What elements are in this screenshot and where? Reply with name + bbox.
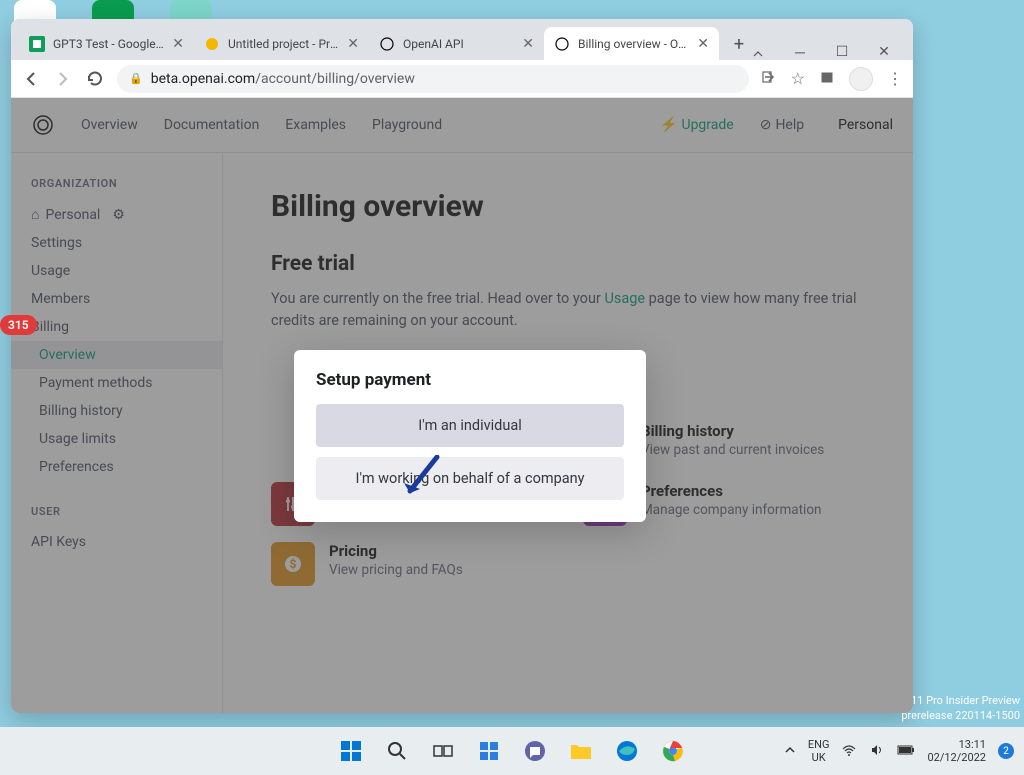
battery-icon[interactable] — [897, 744, 915, 759]
extensions-icon[interactable] — [819, 69, 835, 89]
start-button[interactable] — [331, 731, 371, 771]
wifi-icon[interactable] — [841, 742, 857, 761]
individual-button[interactable]: I'm an individual — [316, 404, 624, 447]
browser-tab[interactable]: Untitled project - Projec ✕ — [194, 27, 369, 60]
volume-icon[interactable] — [869, 742, 885, 761]
openai-icon — [554, 36, 570, 52]
modal-title: Setup payment — [316, 370, 624, 390]
nav-reload-button[interactable] — [85, 69, 105, 89]
bookmark-icon[interactable]: ☆ — [791, 69, 805, 88]
new-tab-button[interactable]: + — [725, 30, 753, 58]
window-maximize-button[interactable]: ☐ — [835, 45, 849, 59]
window-minimize-button[interactable] — [751, 45, 765, 59]
chrome-window: ─ ☐ ✕ GPT3 Test - Google She ✕ Untitled … — [11, 19, 913, 713]
tray-chevron-icon[interactable] — [784, 744, 796, 759]
notification-count[interactable]: 2 — [998, 743, 1014, 759]
share-icon[interactable] — [761, 69, 777, 89]
window-restore-button[interactable]: ─ — [793, 45, 807, 59]
tab-close-icon[interactable]: ✕ — [522, 36, 534, 52]
tab-title: OpenAI API — [403, 37, 514, 51]
tab-title: Untitled project - Projec — [228, 37, 339, 51]
windows-taskbar: ENG UK 13:11 02/12/2022 2 — [0, 727, 1024, 775]
notification-badge: 315 — [0, 315, 37, 335]
page-content: Overview Documentation Examples Playgrou… — [11, 98, 913, 713]
nav-back-button[interactable] — [21, 69, 41, 89]
url-path: /account/billing/overview — [255, 71, 415, 87]
sheets-icon — [29, 36, 45, 52]
setup-payment-modal: Setup payment I'm an individual I'm work… — [294, 350, 646, 522]
profile-icon[interactable] — [849, 67, 873, 91]
url-input[interactable]: 🔒 beta.openai.com/account/billing/overvi… — [117, 65, 749, 93]
address-bar: 🔒 beta.openai.com/account/billing/overvi… — [11, 60, 913, 98]
openai-icon — [379, 36, 395, 52]
chrome-menu-icon[interactable]: ⋮ — [887, 69, 903, 88]
chrome-button[interactable] — [653, 731, 693, 771]
window-close-button[interactable]: ✕ — [877, 45, 891, 59]
browser-tab-active[interactable]: Billing overview - Open ✕ — [544, 27, 719, 60]
tab-close-icon[interactable]: ✕ — [172, 36, 184, 52]
edge-button[interactable] — [607, 731, 647, 771]
browser-tab[interactable]: GPT3 Test - Google She ✕ — [19, 27, 194, 60]
task-view-button[interactable] — [423, 731, 463, 771]
widgets-button[interactable] — [469, 731, 509, 771]
clock[interactable]: 13:11 02/12/2022 — [927, 738, 986, 764]
chat-button[interactable] — [515, 731, 555, 771]
build-watermark: s 11 Pro Insider Preview prerelease 2201… — [901, 694, 1020, 723]
tab-title: Billing overview - Open — [578, 37, 689, 51]
company-button[interactable]: I'm working on behalf of a company — [316, 457, 624, 500]
lock-icon: 🔒 — [129, 72, 143, 85]
file-explorer-button[interactable] — [561, 731, 601, 771]
nav-forward-button[interactable] — [53, 69, 73, 89]
language-indicator[interactable]: ENG UK — [808, 738, 830, 764]
search-button[interactable] — [377, 731, 417, 771]
tab-close-icon[interactable]: ✕ — [697, 36, 709, 52]
generic-icon — [204, 36, 220, 52]
tab-close-icon[interactable]: ✕ — [347, 36, 359, 52]
browser-tab[interactable]: OpenAI API ✕ — [369, 27, 544, 60]
tab-title: GPT3 Test - Google She — [53, 37, 164, 51]
url-domain: beta.openai.com — [151, 71, 255, 87]
